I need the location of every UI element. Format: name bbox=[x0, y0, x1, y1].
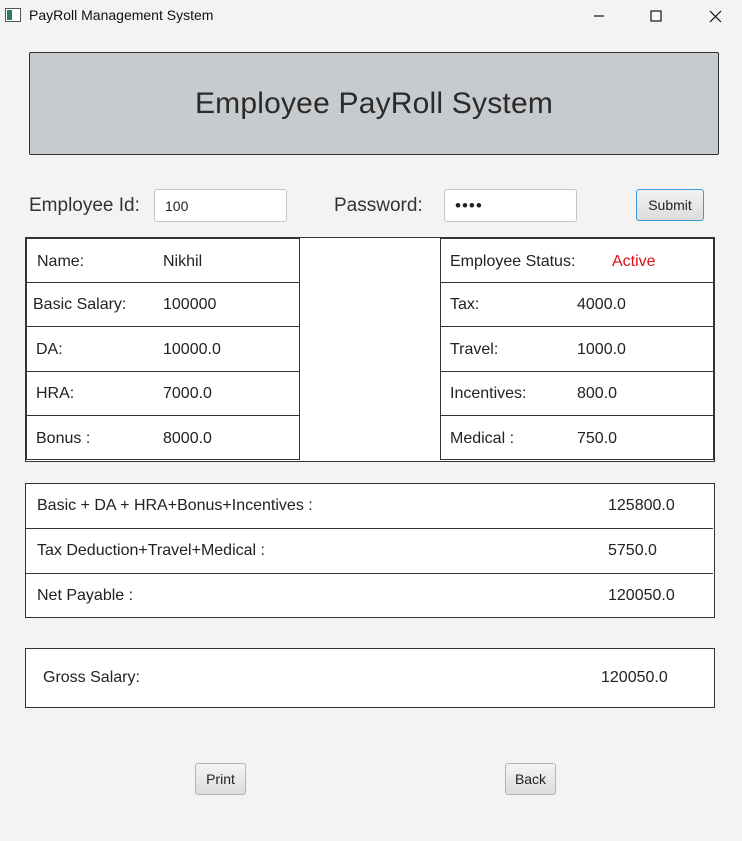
detail-row-basic-salary: Basic Salary: 100000 bbox=[26, 282, 300, 327]
password-label: Password: bbox=[334, 195, 423, 216]
detail-row-bonus: Bonus : 8000.0 bbox=[26, 415, 300, 460]
minimize-button[interactable] bbox=[576, 0, 622, 32]
hra-value: 7000.0 bbox=[163, 385, 212, 402]
name-label: Name: bbox=[37, 253, 85, 270]
summary-row-net-payable: Net Payable : 120050.0 bbox=[26, 573, 713, 618]
net-payable-value: 120050.0 bbox=[608, 587, 675, 604]
app-icon bbox=[5, 8, 21, 22]
net-payable-label: Net Payable : bbox=[37, 587, 134, 604]
medical-value: 750.0 bbox=[577, 430, 618, 447]
submit-button[interactable]: Submit bbox=[636, 189, 704, 221]
employee-status-label: Employee Status: bbox=[450, 253, 576, 270]
employee-id-label: Employee Id: bbox=[29, 195, 140, 216]
medical-label: Medical : bbox=[450, 430, 515, 447]
close-button[interactable] bbox=[692, 0, 738, 32]
gross-salary-label: Gross Salary: bbox=[43, 669, 140, 686]
deductions-value: 5750.0 bbox=[608, 542, 657, 559]
detail-row-travel: Travel: 1000.0 bbox=[440, 326, 714, 372]
page-title: Employee PayRoll System bbox=[194, 86, 554, 120]
travel-label: Travel: bbox=[450, 341, 499, 358]
detail-row-da: DA: 10000.0 bbox=[26, 326, 300, 372]
detail-row-employee-status: Employee Status: Active bbox=[440, 238, 714, 283]
employee-status-value: Active bbox=[612, 253, 656, 270]
incentives-value: 800.0 bbox=[577, 385, 618, 402]
bonus-label: Bonus : bbox=[36, 430, 91, 447]
salary-summary-table: Basic + DA + HRA+Bonus+Incentives : 1258… bbox=[25, 483, 715, 618]
travel-value: 1000.0 bbox=[577, 341, 626, 358]
incentives-label: Incentives: bbox=[450, 385, 527, 402]
detail-row-hra: HRA: 7000.0 bbox=[26, 371, 300, 416]
name-value: Nikhil bbox=[163, 253, 203, 270]
maximize-icon bbox=[650, 10, 662, 22]
employee-id-input[interactable]: 100 bbox=[154, 189, 287, 222]
summary-row-earnings: Basic + DA + HRA+Bonus+Incentives : 1258… bbox=[26, 484, 713, 529]
detail-row-medical: Medical : 750.0 bbox=[440, 415, 714, 460]
employee-details-grid: Name: Nikhil Basic Salary: 100000 DA: 10… bbox=[25, 237, 715, 462]
gross-salary-value: 120050.0 bbox=[601, 669, 668, 686]
tax-label: Tax: bbox=[450, 296, 480, 313]
back-button[interactable]: Back bbox=[505, 763, 556, 795]
detail-row-incentives: Incentives: 800.0 bbox=[440, 371, 714, 416]
password-input[interactable]: •••• bbox=[444, 189, 577, 222]
basic-salary-value: 100000 bbox=[163, 296, 217, 313]
tax-value: 4000.0 bbox=[577, 296, 626, 313]
gross-salary-box: Gross Salary: 120050.0 bbox=[25, 648, 715, 708]
summary-row-deductions: Tax Deduction+Travel+Medical : 5750.0 bbox=[26, 528, 713, 574]
minimize-icon bbox=[594, 15, 604, 17]
da-label: DA: bbox=[36, 341, 63, 358]
header-banner: Employee PayRoll System bbox=[29, 52, 719, 155]
title-bar: PayRoll Management System bbox=[0, 0, 742, 32]
earnings-value: 125800.0 bbox=[608, 497, 675, 514]
window-title: PayRoll Management System bbox=[29, 7, 214, 23]
bonus-value: 8000.0 bbox=[163, 430, 212, 447]
print-button[interactable]: Print bbox=[195, 763, 246, 795]
maximize-button[interactable] bbox=[633, 0, 679, 32]
hra-label: HRA: bbox=[36, 385, 75, 402]
earnings-label: Basic + DA + HRA+Bonus+Incentives : bbox=[37, 497, 313, 514]
basic-salary-label: Basic Salary: bbox=[33, 296, 127, 313]
detail-row-name: Name: Nikhil bbox=[26, 238, 300, 283]
detail-row-tax: Tax: 4000.0 bbox=[440, 282, 714, 327]
deductions-label: Tax Deduction+Travel+Medical : bbox=[37, 542, 265, 559]
spacer-column bbox=[299, 238, 441, 460]
da-value: 10000.0 bbox=[163, 341, 221, 358]
close-icon bbox=[709, 10, 721, 22]
